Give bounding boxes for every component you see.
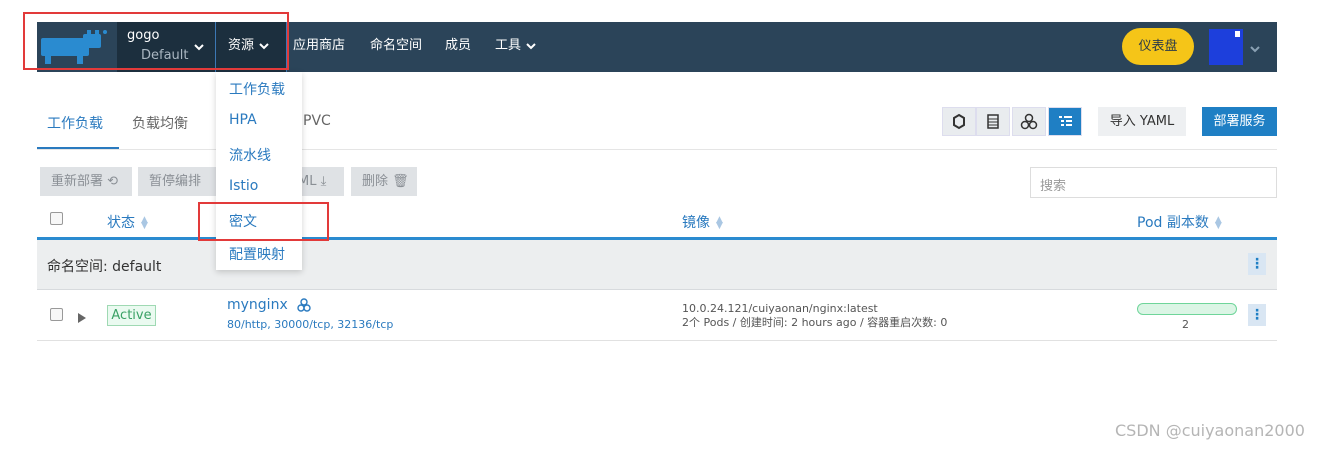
column-header-status[interactable]: 状态 ▲ ▼: [107, 212, 149, 232]
hexagon-icon[interactable]: [942, 107, 976, 136]
avatar[interactable]: [1209, 29, 1243, 65]
search-placeholder: 搜索: [1040, 179, 1067, 194]
resources-dropdown-menu: 工作负载 HPA 流水线 Istio 密文 配置映射: [216, 72, 302, 270]
table-row: [37, 290, 1277, 341]
deploy-service-button[interactable]: 部署服务: [1202, 107, 1277, 136]
watermark: CSDN @cuiyaonan2000: [1115, 421, 1305, 440]
nav-app-store[interactable]: 应用商店: [293, 22, 345, 72]
workload-ports-link[interactable]: 80/http, 30000/tcp, 32136/tcp: [227, 318, 393, 331]
workload-name: mynginx: [227, 297, 288, 313]
select-all-checkbox[interactable]: [50, 212, 63, 225]
kebab-menu-icon[interactable]: ⋮: [1248, 304, 1266, 326]
row-checkbox[interactable]: [50, 308, 63, 321]
tree-icon[interactable]: [1048, 107, 1082, 136]
tab-workloads[interactable]: 工作负载: [47, 113, 103, 133]
group-icon: [297, 298, 311, 312]
pause-orchestration-button[interactable]: 暂停编排: [138, 167, 218, 196]
column-pods-label: Pod 副本数: [1137, 215, 1209, 231]
kebab-menu-icon[interactable]: ⋮: [1248, 253, 1266, 275]
namespace-label: 命名空间: default: [47, 259, 162, 275]
column-image-label: 镜像: [682, 215, 710, 231]
menu-item-istio[interactable]: Istio: [229, 178, 258, 194]
status-badge: Active: [107, 305, 156, 326]
pod-progress-bar: [1137, 303, 1237, 315]
rancher-logo-icon[interactable]: [37, 22, 117, 72]
column-header-pods[interactable]: Pod 副本数 ▲ ▼: [1137, 212, 1223, 232]
pod-count: 2: [1182, 318, 1189, 331]
nav-tools[interactable]: 工具: [495, 22, 537, 72]
sort-icon: ▲ ▼: [1214, 215, 1222, 231]
project-name: gogo: [127, 28, 160, 43]
list-icon[interactable]: [976, 107, 1010, 136]
chevron-down-icon: [259, 42, 269, 49]
project-selector[interactable]: gogo Default: [117, 22, 215, 72]
chevron-down-icon[interactable]: [1249, 40, 1261, 59]
nav-namespaces[interactable]: 命名空间: [370, 22, 422, 72]
tab-load-balancing[interactable]: 负载均衡: [132, 113, 188, 133]
import-yaml-button[interactable]: 导入 YAML: [1098, 107, 1186, 136]
nav-members[interactable]: 成员: [445, 22, 471, 72]
column-status-label: 状态: [107, 215, 135, 231]
refresh-icon: ⟲: [107, 174, 119, 189]
sort-icon: ▲ ▼: [716, 215, 723, 231]
menu-item-secrets[interactable]: 密文: [229, 211, 257, 231]
menu-item-hpa[interactable]: HPA: [229, 112, 257, 128]
delete-button[interactable]: 删除 🗑: [351, 167, 417, 196]
chevron-down-icon: [193, 38, 205, 57]
cluster-name: Default: [141, 48, 189, 63]
search-input[interactable]: 搜索: [1030, 167, 1277, 198]
pause-label: 暂停编排: [149, 174, 202, 189]
redeploy-label: 重新部署: [51, 174, 104, 189]
delete-label: 删除: [362, 174, 389, 189]
workload-name-link[interactable]: mynginx: [227, 297, 312, 313]
nav-tools-label: 工具: [495, 38, 522, 53]
sort-icon: ▲ ▼: [141, 215, 148, 231]
menu-item-config-maps[interactable]: 配置映射: [229, 244, 285, 264]
nav-resources[interactable]: 资源: [215, 22, 287, 72]
column-header-image[interactable]: 镜像 ▲ ▼: [682, 212, 724, 232]
download-icon: ⤓: [320, 174, 327, 189]
menu-item-workloads[interactable]: 工作负载: [229, 79, 285, 99]
trash-icon: 🗑: [392, 174, 409, 189]
workload-meta: 2个 Pods / 创建时间: 2 hours ago / 容器重启次数: 0: [682, 316, 948, 329]
dashboard-button[interactable]: 仪表盘: [1122, 28, 1194, 65]
menu-item-pipeline[interactable]: 流水线: [229, 145, 271, 165]
chevron-down-icon: [526, 42, 536, 49]
tab-pvc[interactable]: PVC: [303, 113, 331, 129]
nav-resources-label: 资源: [228, 38, 255, 53]
group-icon[interactable]: [1012, 107, 1046, 136]
expand-arrow-icon[interactable]: [77, 309, 87, 328]
redeploy-button[interactable]: 重新部署 ⟲: [40, 167, 132, 196]
